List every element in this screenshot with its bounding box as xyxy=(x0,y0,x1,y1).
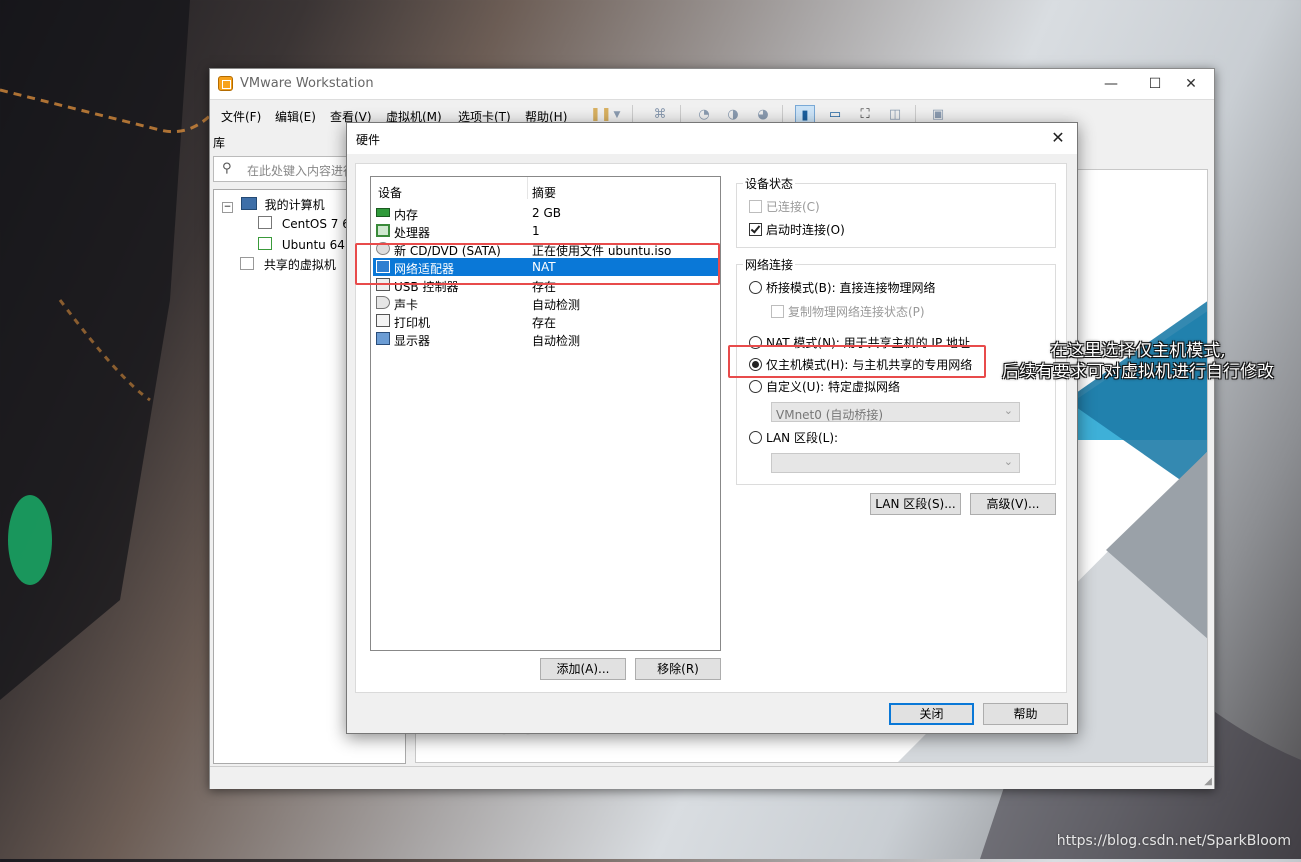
column-header-summary[interactable]: 摘要 xyxy=(532,184,556,201)
annotation-line-1: 在这里选择仅主机模式, xyxy=(1050,341,1226,361)
lan-segment-select[interactable]: ⌄ xyxy=(771,453,1020,473)
menu-file[interactable]: 文件(F) xyxy=(221,108,261,125)
window-title: VMware Workstation xyxy=(240,76,374,91)
radio-circle xyxy=(749,358,762,371)
computer-icon xyxy=(240,197,257,210)
dialog-close-button[interactable]: 关闭 xyxy=(889,703,974,725)
device-row-printer[interactable]: 打印机 存在 xyxy=(373,312,718,330)
device-row-sound[interactable]: 声卡 自动检测 xyxy=(373,294,718,312)
device-row-cd-dvd[interactable]: 新 CD/DVD (SATA) 正在使用文件 ubuntu.iso xyxy=(373,240,718,258)
resize-grip-icon[interactable]: ◢ xyxy=(1204,776,1212,787)
hardware-panel: 设备 摘要 内存 2 GB 处理器 1 新 CD/DVD (SATA) 正在使用… xyxy=(355,163,1067,693)
chevron-down-icon: ⌄ xyxy=(1003,455,1013,468)
hardware-dialog: 硬件 ✕ 设备 摘要 内存 2 GB 处理器 1 新 CD/DVD (SATA)… xyxy=(346,122,1078,734)
tree-vm-centos[interactable]: CentOS 7 64 xyxy=(258,216,358,231)
radio-circle xyxy=(749,380,762,393)
collapse-icon[interactable]: − xyxy=(222,202,233,213)
display-icon xyxy=(376,332,390,345)
column-divider xyxy=(527,177,528,199)
vmnet-select[interactable]: VMnet0 (自动桥接) ⌄ xyxy=(771,402,1020,422)
minimize-button[interactable]: — xyxy=(1096,73,1126,95)
network-adapter-icon xyxy=(376,260,390,273)
tree-shared-vms[interactable]: 共享的虚拟机 xyxy=(240,256,336,273)
device-status-group: 设备状态 已连接(C) 启动时连接(O) xyxy=(736,175,1056,248)
checkbox-box xyxy=(771,305,784,318)
status-bar: ◢ xyxy=(210,766,1214,789)
device-row-display[interactable]: 显示器 自动检测 xyxy=(373,330,718,348)
dialog-help-button[interactable]: 帮助 xyxy=(983,703,1068,725)
advanced-button[interactable]: 高级(V)... xyxy=(970,493,1056,515)
processor-icon xyxy=(376,224,390,237)
title-bar: VMware Workstation — ☐ ✕ xyxy=(210,69,1214,99)
library-header: 库 xyxy=(213,136,226,150)
network-connection-legend: 网络连接 xyxy=(743,256,796,273)
replicate-state-checkbox[interactable]: 复制物理网络连接状态(P) xyxy=(771,303,925,320)
memory-icon xyxy=(376,208,390,217)
connect-at-power-on-checkbox[interactable]: 启动时连接(O) xyxy=(749,221,845,238)
nat-mode-radio[interactable]: NAT 模式(N): 用于共享主机的 IP 地址 xyxy=(749,334,970,351)
connected-checkbox[interactable]: 已连接(C) xyxy=(749,198,820,215)
chevron-down-icon: ⌄ xyxy=(1003,404,1013,417)
maximize-button[interactable]: ☐ xyxy=(1140,73,1170,95)
add-device-button[interactable]: 添加(A)... xyxy=(540,658,626,680)
lan-segment-radio[interactable]: LAN 区段(L): xyxy=(749,429,838,446)
dialog-close-icon[interactable]: ✕ xyxy=(1045,126,1071,150)
checkbox-box xyxy=(749,200,762,213)
radio-circle xyxy=(749,281,762,294)
close-button[interactable]: ✕ xyxy=(1176,73,1206,95)
lan-segments-button[interactable]: LAN 区段(S)... xyxy=(870,493,961,515)
printer-icon xyxy=(376,314,390,327)
dialog-title-bar: 硬件 ✕ xyxy=(347,123,1077,154)
shared-vm-icon xyxy=(240,257,254,270)
remove-device-button[interactable]: 移除(R) xyxy=(635,658,721,680)
checkbox-box xyxy=(749,223,762,236)
dialog-title: 硬件 xyxy=(356,133,381,147)
vm-running-icon xyxy=(258,237,272,250)
annotation-text: 在这里选择仅主机模式, 后续有要求可对虚拟机进行自行修改 xyxy=(988,341,1288,383)
annotation-line-2: 后续有要求可对虚拟机进行自行修改 xyxy=(1002,362,1274,382)
watermark: https://blog.csdn.net/SparkBloom xyxy=(1056,833,1291,849)
cd-dvd-icon xyxy=(376,242,390,255)
sound-icon xyxy=(376,296,390,309)
bridged-mode-radio[interactable]: 桥接模式(B): 直接连接物理网络 xyxy=(749,279,935,296)
device-status-legend: 设备状态 xyxy=(743,175,796,192)
device-row-usb[interactable]: USB 控制器 存在 xyxy=(373,276,718,294)
host-only-mode-radio[interactable]: 仅主机模式(H): 与主机共享的专用网络 xyxy=(749,356,972,373)
custom-network-radio[interactable]: 自定义(U): 特定虚拟网络 xyxy=(749,378,900,395)
vmware-logo-icon xyxy=(218,76,233,91)
usb-icon xyxy=(376,278,390,291)
device-row-processor[interactable]: 处理器 1 xyxy=(373,222,718,240)
column-header-device[interactable]: 设备 xyxy=(378,184,402,201)
device-row-memory[interactable]: 内存 2 GB xyxy=(373,204,718,222)
vm-icon xyxy=(258,216,272,229)
tree-root-my-computer[interactable]: − 我的计算机 xyxy=(222,196,325,213)
menu-edit[interactable]: 编辑(E) xyxy=(275,108,316,125)
radio-circle xyxy=(749,336,762,349)
device-row-network-adapter[interactable]: 网络适配器 NAT xyxy=(373,258,718,276)
device-list[interactable]: 设备 摘要 内存 2 GB 处理器 1 新 CD/DVD (SATA) 正在使用… xyxy=(370,176,721,651)
radio-circle xyxy=(749,431,762,444)
search-icon: ⚲ xyxy=(222,161,232,176)
